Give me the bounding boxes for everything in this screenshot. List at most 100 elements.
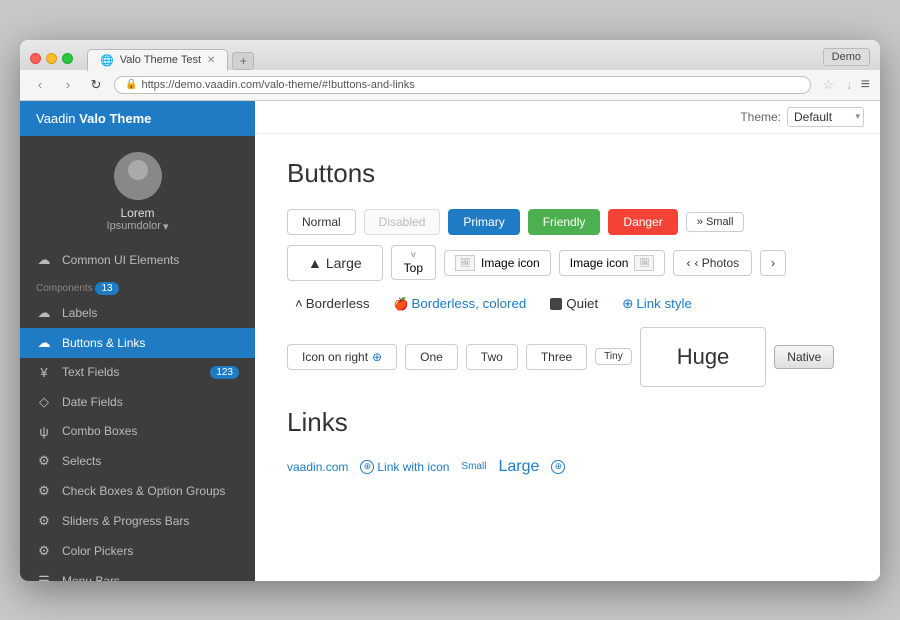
sidebar-item-common-ui[interactable]: ☁ Common UI Elements bbox=[20, 245, 255, 275]
primary-button[interactable]: Primary bbox=[448, 209, 519, 235]
reload-button[interactable]: ↻ bbox=[86, 75, 106, 95]
theme-bar: Theme: Default Valo Reindeer Runo ▾ bbox=[255, 101, 880, 134]
sidebar-item-buttons-links[interactable]: ☁ Buttons & Links bbox=[20, 328, 255, 358]
huge-button[interactable]: Huge bbox=[640, 327, 767, 387]
large-link-icon: ⊕ bbox=[551, 460, 565, 474]
sidebar-item-selects[interactable]: ⚙ Selects bbox=[20, 446, 255, 476]
top-label: Top bbox=[404, 261, 423, 275]
title-bar: 🌐 Valo Theme Test ✕ + Demo bbox=[20, 40, 880, 70]
sidebar-item-sliders[interactable]: ⚙ Sliders & Progress Bars bbox=[20, 506, 255, 536]
link-circle-arrow-icon: ⊕ bbox=[360, 460, 374, 474]
main-area: Theme: Default Valo Reindeer Runo ▾ Butt… bbox=[255, 101, 880, 581]
one-button[interactable]: One bbox=[405, 344, 458, 370]
sidebar: Vaadin Valo Theme Lorem Ipsumdolor ▾ ☁ C… bbox=[20, 101, 255, 581]
sidebar-section-components: Components 13 bbox=[20, 275, 255, 298]
color-pickers-icon: ⚙ bbox=[36, 543, 52, 559]
sidebar-item-date-fields[interactable]: ◇ Date Fields bbox=[20, 387, 255, 417]
quiet-icon bbox=[550, 298, 562, 310]
tab-label: Valo Theme Test bbox=[120, 54, 201, 66]
disabled-button: Disabled bbox=[364, 209, 441, 235]
quiet-button[interactable]: Quiet bbox=[542, 291, 606, 316]
icon-right-symbol: ⊕ bbox=[372, 350, 382, 364]
top-dropdown-arrow-icon: ˅ bbox=[410, 250, 416, 261]
sidebar-header: Vaadin Valo Theme bbox=[20, 101, 255, 136]
sliders-icon: ⚙ bbox=[36, 513, 52, 529]
native-button[interactable]: Native bbox=[774, 345, 834, 369]
address-bar: ‹ › ↻ 🔒 https://demo.vaadin.com/valo-the… bbox=[20, 70, 880, 101]
borderless-colored-button[interactable]: 🍎 Borderless, colored bbox=[386, 291, 535, 316]
sidebar-item-color-pickers[interactable]: ⚙ Color Pickers bbox=[20, 536, 255, 566]
download-icon[interactable]: ↓ bbox=[846, 77, 853, 92]
apple-icon: 🍎 bbox=[394, 297, 409, 311]
three-button[interactable]: Three bbox=[526, 344, 587, 370]
sidebar-item-combo-boxes[interactable]: ψ Combo Boxes bbox=[20, 417, 255, 446]
image-icon-button-2[interactable]: Image icon 🖼 bbox=[559, 250, 666, 276]
links-title: Links bbox=[287, 407, 848, 438]
tiny-button[interactable]: Tiny bbox=[595, 348, 632, 365]
icon-on-right-button[interactable]: Icon on right ⊕ bbox=[287, 344, 397, 370]
link-row: vaadin.com ⊕ Link with icon Small Large … bbox=[287, 458, 848, 476]
lock-icon: 🔒 bbox=[125, 79, 137, 90]
active-tab[interactable]: 🌐 Valo Theme Test ✕ bbox=[87, 49, 228, 71]
small-button[interactable]: » Small bbox=[686, 212, 745, 232]
photos-button[interactable]: ‹ ‹ Photos bbox=[673, 250, 752, 276]
text-fields-badge: 123 bbox=[210, 366, 239, 379]
close-button[interactable] bbox=[30, 53, 41, 64]
theme-label: Theme: bbox=[740, 110, 781, 124]
arrow-button[interactable]: › bbox=[760, 250, 786, 276]
theme-select[interactable]: Default Valo Reindeer Runo bbox=[787, 107, 864, 127]
combo-boxes-icon: ψ bbox=[36, 424, 52, 439]
top-dropdown-button[interactable]: ˅ Top bbox=[391, 245, 436, 280]
forward-button[interactable]: › bbox=[58, 75, 78, 95]
buttons-icon: ☁ bbox=[36, 335, 52, 351]
link-with-icon[interactable]: ⊕ Link with icon bbox=[360, 460, 449, 474]
demo-button[interactable]: Demo bbox=[823, 48, 870, 66]
large-button[interactable]: ▲ Large bbox=[287, 245, 383, 281]
sidebar-profile: Lorem Ipsumdolor ▾ bbox=[20, 136, 255, 245]
button-row-1: Normal Disabled Primary Friendly Danger … bbox=[287, 209, 848, 235]
tab-bar: 🌐 Valo Theme Test ✕ + bbox=[87, 48, 815, 70]
image-placeholder-2: 🖼 bbox=[634, 255, 654, 271]
large-link[interactable]: Large bbox=[498, 458, 539, 476]
date-fields-icon: ◇ bbox=[36, 394, 52, 410]
buttons-title: Buttons bbox=[287, 158, 848, 189]
user-sub: Ipsumdolor ▾ bbox=[107, 220, 169, 233]
photos-icon: ‹ bbox=[686, 256, 690, 270]
traffic-lights bbox=[30, 53, 73, 64]
sidebar-item-labels[interactable]: ☁ Labels bbox=[20, 298, 255, 328]
minimize-button[interactable] bbox=[46, 53, 57, 64]
cloud-icon: ☁ bbox=[36, 252, 52, 268]
menu-icon[interactable]: ≡ bbox=[861, 76, 870, 94]
selects-icon: ⚙ bbox=[36, 453, 52, 469]
danger-button[interactable]: Danger bbox=[608, 209, 677, 235]
small-link[interactable]: Small bbox=[461, 461, 486, 472]
avatar bbox=[114, 152, 162, 200]
friendly-button[interactable]: Friendly bbox=[528, 209, 601, 235]
browser-window: 🌐 Valo Theme Test ✕ + Demo ‹ › ↻ 🔒 https… bbox=[20, 40, 880, 581]
brand-bold-text: Valo Theme bbox=[79, 111, 151, 126]
bookmark-icon[interactable]: ☆ bbox=[823, 77, 835, 93]
maximize-button[interactable] bbox=[62, 53, 73, 64]
image-icon-button-1[interactable]: 🖼 Image icon bbox=[444, 250, 551, 276]
normal-button[interactable]: Normal bbox=[287, 209, 356, 235]
borderless-arrow-icon: ˄ bbox=[295, 296, 303, 311]
button-row-4: Icon on right ⊕ One Two Three Tiny Huge … bbox=[287, 327, 848, 387]
vaadin-link[interactable]: vaadin.com bbox=[287, 460, 348, 474]
new-tab-button[interactable]: + bbox=[232, 52, 254, 70]
sidebar-item-text-fields[interactable]: ¥ Text Fields 123 bbox=[20, 358, 255, 387]
text-fields-icon: ¥ bbox=[36, 365, 52, 380]
checkboxes-icon: ⚙ bbox=[36, 483, 52, 499]
dropdown-arrow-icon: ▾ bbox=[163, 220, 169, 233]
link-style-button[interactable]: ⊕ Link style bbox=[614, 291, 700, 317]
tab-close-icon[interactable]: ✕ bbox=[207, 55, 215, 66]
sidebar-item-menu-bars[interactable]: ☰ Menu Bars bbox=[20, 566, 255, 581]
theme-select-wrapper: Default Valo Reindeer Runo ▾ bbox=[787, 107, 864, 127]
back-button[interactable]: ‹ bbox=[30, 75, 50, 95]
two-button[interactable]: Two bbox=[466, 344, 518, 370]
main-panel: Buttons Normal Disabled Primary Friendly… bbox=[255, 134, 880, 581]
address-input[interactable]: 🔒 https://demo.vaadin.com/valo-theme/#!b… bbox=[114, 76, 811, 94]
link-style-icon: ⊕ bbox=[622, 296, 633, 312]
browser-content: Vaadin Valo Theme Lorem Ipsumdolor ▾ ☁ C… bbox=[20, 101, 880, 581]
borderless-button[interactable]: ˄ Borderless bbox=[287, 291, 378, 316]
sidebar-item-checkboxes[interactable]: ⚙ Check Boxes & Option Groups bbox=[20, 476, 255, 506]
